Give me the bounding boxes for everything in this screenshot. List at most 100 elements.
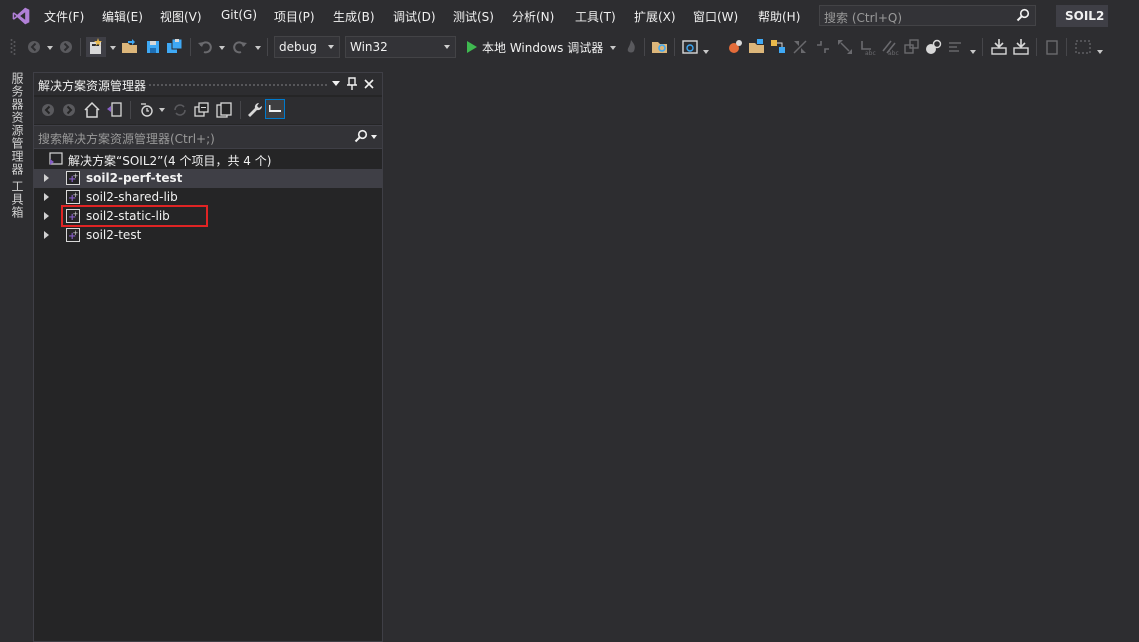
start-debugging-icon[interactable] bbox=[466, 40, 478, 54]
expand-arrow-icon[interactable] bbox=[44, 193, 49, 201]
forward-icon[interactable] bbox=[61, 102, 77, 118]
open-project-folder-icon[interactable] bbox=[747, 37, 767, 57]
close-icon[interactable] bbox=[364, 79, 374, 89]
format-icon[interactable]: abc bbox=[879, 37, 899, 57]
toolbar-separator bbox=[190, 38, 191, 56]
redo-dropdown-arrow[interactable] bbox=[255, 46, 261, 50]
redo-icon[interactable] bbox=[229, 37, 249, 57]
browser-link-icon[interactable] bbox=[680, 37, 700, 57]
open-folder-icon[interactable] bbox=[120, 37, 140, 57]
pending-changes-filter-icon[interactable] bbox=[138, 101, 156, 119]
window-position-dropdown-icon[interactable] bbox=[332, 81, 340, 87]
menu-git[interactable]: Git(G) bbox=[221, 8, 257, 22]
preview-selected-items-button[interactable] bbox=[265, 99, 285, 119]
expand-arrow-icon[interactable] bbox=[44, 174, 49, 182]
visual-studio-logo-icon[interactable] bbox=[10, 6, 32, 26]
deploy-icon[interactable] bbox=[1011, 37, 1031, 57]
svg-text:+: + bbox=[73, 229, 79, 237]
remove-breakpoint-icon[interactable] bbox=[790, 37, 810, 57]
build-solution-icon[interactable] bbox=[725, 37, 745, 57]
menu-edit[interactable]: 编辑(E) bbox=[102, 8, 143, 25]
solution-configuration-select[interactable]: debug bbox=[274, 36, 340, 58]
solution-search-input[interactable]: 搜索解决方案资源管理器(Ctrl+;) bbox=[34, 125, 382, 149]
browser-link-dropdown-arrow[interactable] bbox=[703, 50, 709, 54]
configuration-value: debug bbox=[279, 40, 317, 54]
clipboard-icon[interactable] bbox=[1042, 37, 1062, 57]
menu-test[interactable]: 测试(S) bbox=[453, 8, 494, 25]
find-in-files-icon[interactable] bbox=[650, 37, 670, 57]
solution-node[interactable]: 解决方案“SOIL2”(4 个项目，共 4 个) bbox=[34, 150, 382, 169]
hot-reload-icon[interactable] bbox=[621, 37, 641, 57]
server-explorer-tab[interactable]: 服务器资源管理器 bbox=[9, 72, 26, 176]
new-project-icon[interactable] bbox=[86, 37, 106, 57]
toolbar-separator bbox=[240, 101, 241, 119]
menu-view[interactable]: 视图(V) bbox=[160, 8, 202, 25]
search-icon[interactable] bbox=[1016, 8, 1030, 22]
search-placeholder: 搜索 (Ctrl+Q) bbox=[824, 11, 903, 25]
menu-debug[interactable]: 调试(D) bbox=[393, 8, 436, 25]
back-icon[interactable] bbox=[24, 37, 44, 57]
debug-target-dropdown-arrow[interactable] bbox=[610, 46, 616, 50]
start-debugging-button[interactable]: 本地 Windows 调试器 bbox=[482, 39, 603, 56]
menu-file[interactable]: 文件(F) bbox=[44, 8, 84, 25]
save-all-icon[interactable] bbox=[165, 37, 185, 57]
pin-icon[interactable] bbox=[346, 77, 358, 91]
svg-text:+: + bbox=[73, 191, 79, 199]
search-icon[interactable] bbox=[354, 129, 368, 143]
sync-active-document-icon[interactable] bbox=[171, 101, 189, 119]
expand-arrow-icon[interactable] bbox=[44, 231, 49, 239]
search-input[interactable]: 搜索 (Ctrl+Q) bbox=[819, 5, 1036, 26]
menu-window[interactable]: 窗口(W) bbox=[693, 8, 738, 25]
switch-views-icon[interactable] bbox=[105, 101, 123, 119]
save-icon[interactable] bbox=[143, 37, 163, 57]
toolbar-separator bbox=[130, 101, 131, 119]
toolbox-tab[interactable]: 工具箱 bbox=[9, 180, 26, 219]
toolbar-separator bbox=[1066, 38, 1067, 56]
toolbar-grip[interactable] bbox=[10, 38, 16, 56]
menu-build[interactable]: 生成(B) bbox=[333, 8, 375, 25]
menu-tools[interactable]: 工具(T) bbox=[575, 8, 616, 25]
cpp-project-icon: ++ bbox=[66, 228, 80, 242]
collapse-icon[interactable] bbox=[813, 37, 833, 57]
new-dropdown-arrow[interactable] bbox=[110, 46, 116, 50]
comment-dropdown-arrow[interactable] bbox=[970, 50, 976, 54]
filter-dropdown-arrow[interactable] bbox=[159, 108, 165, 112]
attach-process-icon[interactable] bbox=[923, 37, 943, 57]
back-icon[interactable] bbox=[40, 102, 56, 118]
toolbar-overflow-arrow[interactable] bbox=[1097, 50, 1103, 54]
window-layout-icon[interactable] bbox=[901, 37, 921, 57]
menu-analyze[interactable]: 分析(N) bbox=[512, 8, 554, 25]
undo-icon[interactable] bbox=[196, 37, 216, 57]
svg-text:abc: abc bbox=[888, 50, 899, 57]
back-dropdown-arrow[interactable] bbox=[47, 46, 53, 50]
collapse-all-icon[interactable] bbox=[193, 101, 211, 119]
class-view-icon[interactable] bbox=[768, 37, 788, 57]
platform-value: Win32 bbox=[350, 40, 388, 54]
chevron-down-icon bbox=[328, 45, 334, 49]
toolbar-separator bbox=[267, 38, 268, 56]
cpp-project-icon: ++ bbox=[66, 171, 80, 185]
forward-icon[interactable] bbox=[56, 37, 76, 57]
solution-icon bbox=[49, 152, 63, 165]
tree-item-soil2-perf-test[interactable]: + + soil2-perf-test bbox=[34, 169, 382, 188]
home-icon[interactable] bbox=[83, 101, 101, 119]
step-back-icon[interactable]: abc bbox=[857, 37, 877, 57]
toolbar-options-icon[interactable] bbox=[1073, 37, 1093, 57]
tree-item-soil2-test[interactable]: + + soil2-test bbox=[34, 226, 382, 245]
solution-explorer-titlebar[interactable]: 解决方案资源管理器 bbox=[34, 73, 382, 95]
search-options-arrow[interactable] bbox=[371, 135, 377, 139]
menu-extensions[interactable]: 扩展(X) bbox=[634, 8, 676, 25]
menu-project[interactable]: 项目(P) bbox=[274, 8, 315, 25]
show-all-files-icon[interactable] bbox=[215, 101, 233, 119]
menu-help[interactable]: 帮助(H) bbox=[758, 8, 800, 25]
expand-icon[interactable] bbox=[835, 37, 855, 57]
project-label: soil2-perf-test bbox=[86, 171, 183, 185]
publish-icon[interactable] bbox=[989, 37, 1009, 57]
solution-search-placeholder: 搜索解决方案资源管理器(Ctrl+;) bbox=[38, 132, 215, 146]
undo-dropdown-arrow[interactable] bbox=[219, 46, 225, 50]
expand-arrow-icon[interactable] bbox=[44, 212, 49, 220]
comment-icon[interactable] bbox=[945, 37, 965, 57]
toolbar-separator bbox=[80, 38, 81, 56]
solution-platform-select[interactable]: Win32 bbox=[345, 36, 456, 58]
properties-wrench-icon[interactable] bbox=[246, 101, 264, 119]
